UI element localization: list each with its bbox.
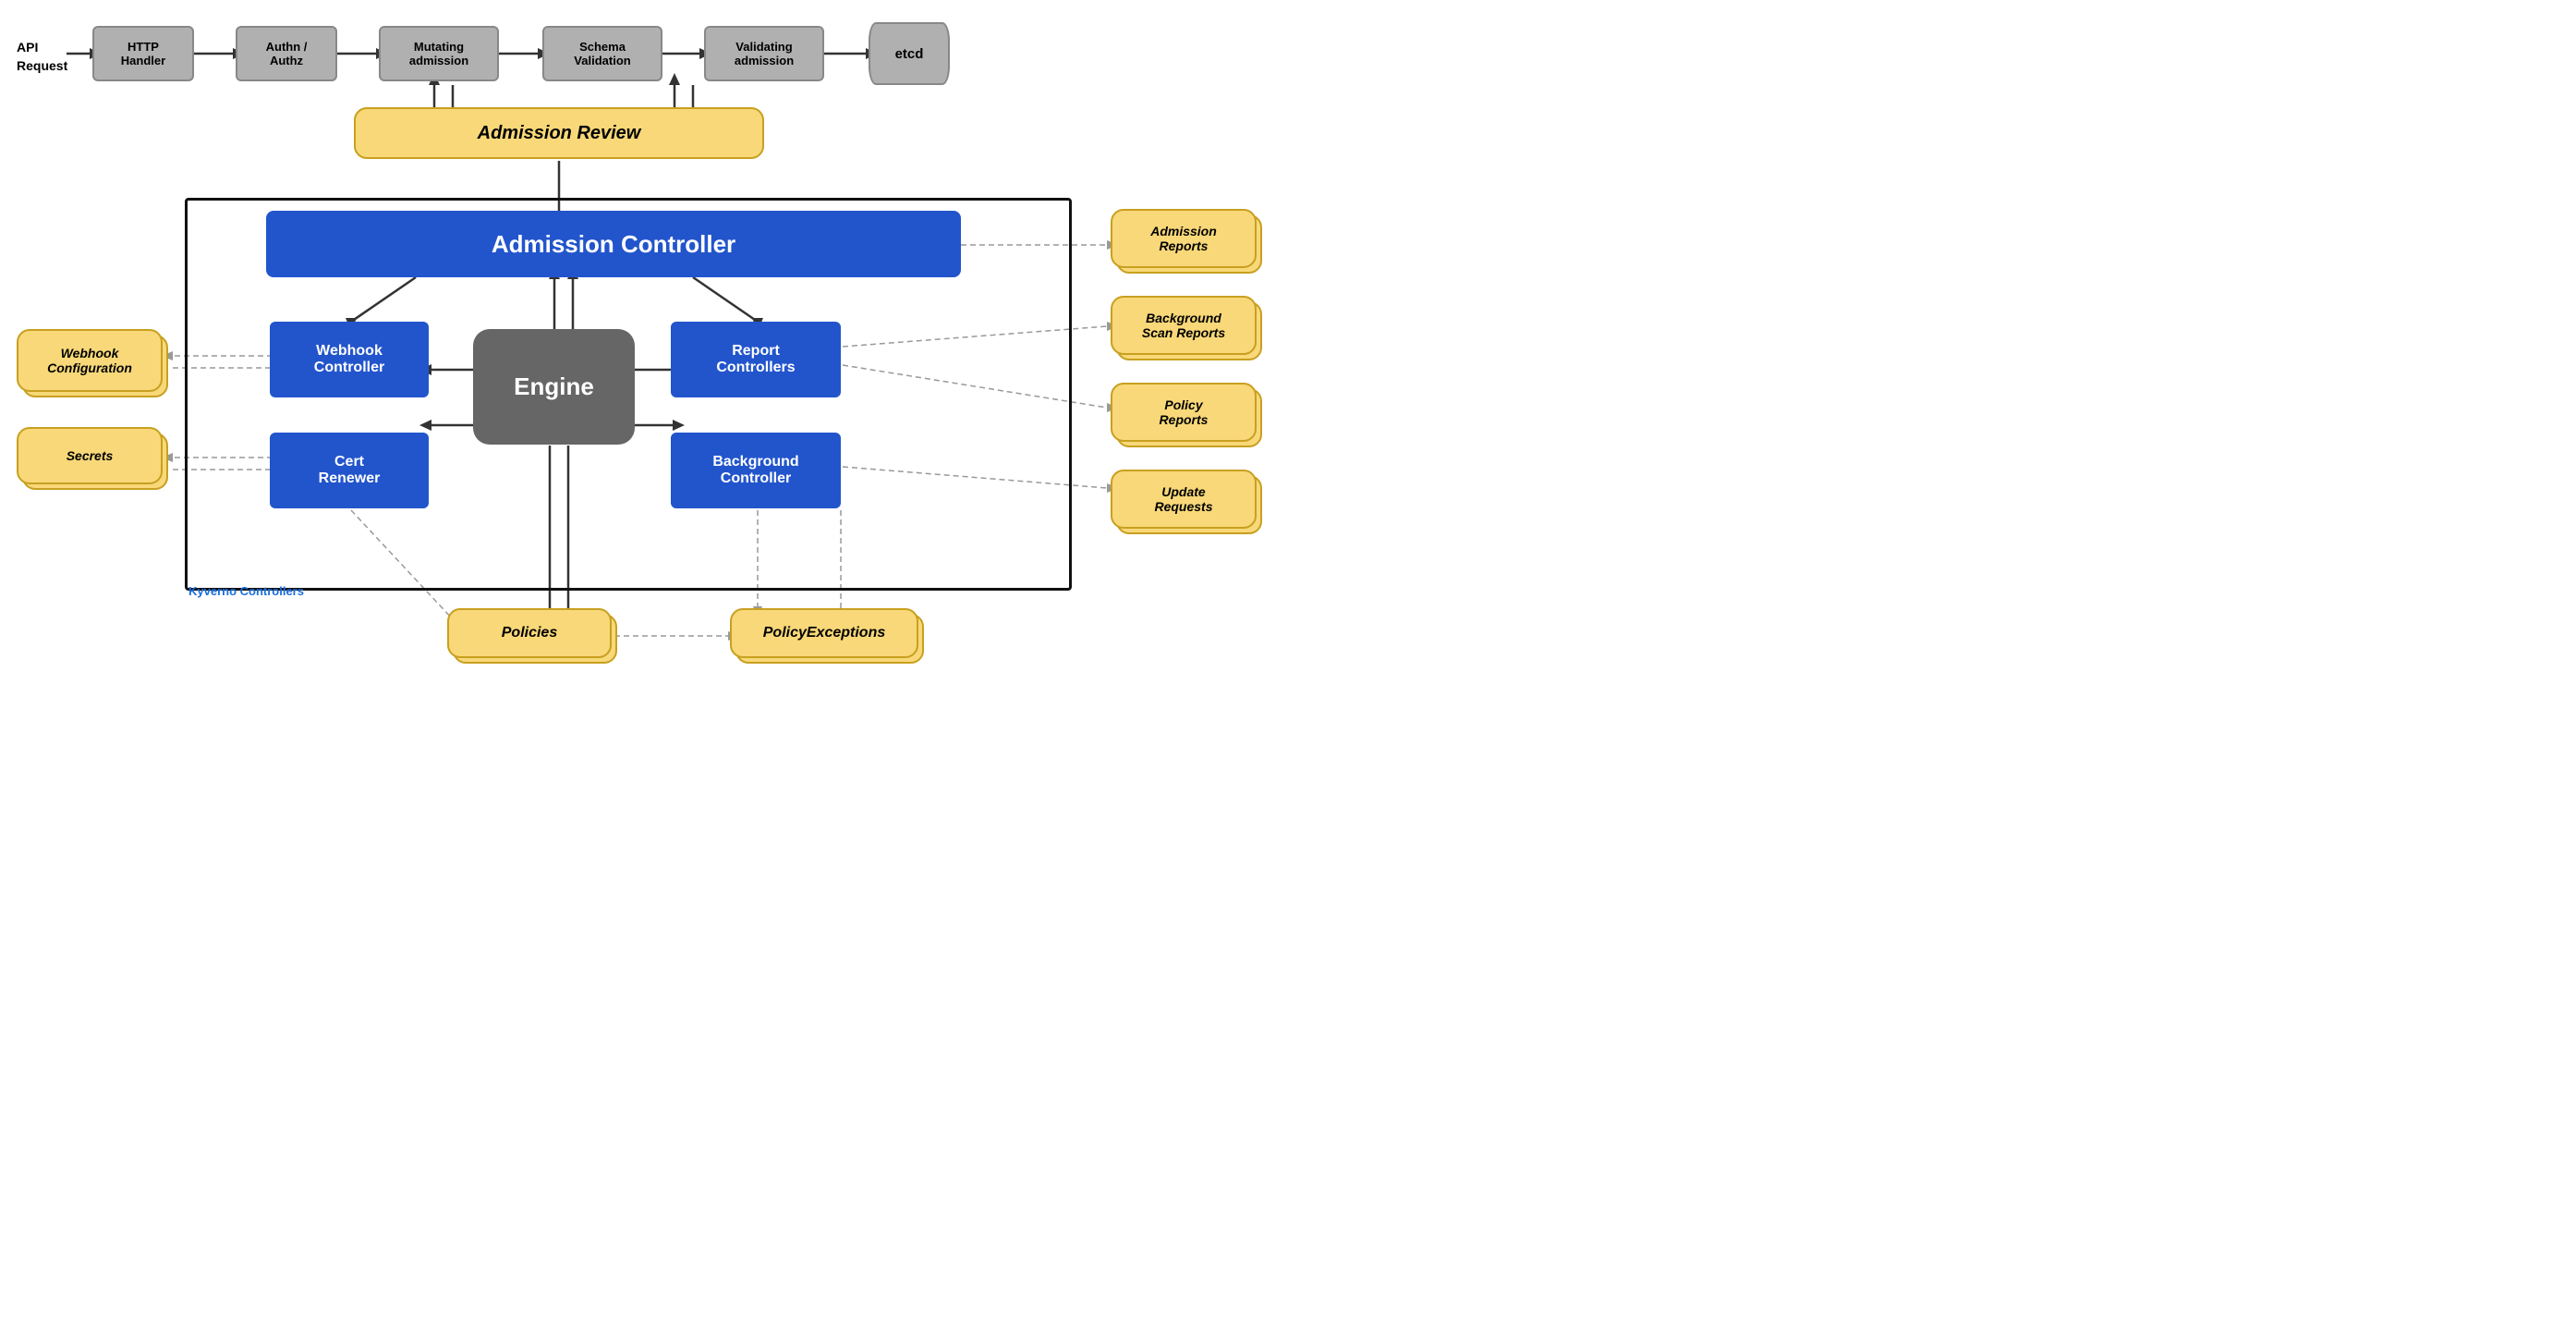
report-controllers-box: ReportControllers: [671, 322, 841, 397]
policies-box: Policies: [447, 608, 612, 658]
policy-exceptions-box: PolicyExceptions: [730, 608, 918, 658]
authn-authz-box: Authn /Authz: [236, 26, 337, 81]
cert-renewer-box: CertRenewer: [270, 433, 429, 508]
admission-review-box: Admission Review: [354, 107, 764, 159]
engine-box: Engine: [473, 329, 635, 445]
webhook-controller-box: WebhookController: [270, 322, 429, 397]
kyverno-controllers-label: Kyverno Controllers: [188, 584, 304, 598]
update-requests-box: UpdateRequests: [1111, 470, 1257, 529]
policy-reports-box: PolicyReports: [1111, 383, 1257, 442]
admission-reports-box: AdmissionReports: [1111, 209, 1257, 268]
architecture-diagram: APIRequest HTTPHandler Authn /Authz Muta…: [0, 0, 1288, 666]
background-scan-reports-box: BackgroundScan Reports: [1111, 296, 1257, 355]
validating-admission-box: Validatingadmission: [704, 26, 824, 81]
admission-controller-box: Admission Controller: [266, 211, 961, 277]
http-handler-box: HTTPHandler: [92, 26, 194, 81]
api-request-label: APIRequest: [17, 39, 67, 75]
etcd-cylinder: etcd: [869, 22, 950, 85]
webhook-config-box: WebhookConfiguration: [17, 329, 163, 392]
mutating-admission-box: Mutatingadmission: [379, 26, 499, 81]
secrets-box: Secrets: [17, 427, 163, 484]
background-controller-box: BackgroundController: [671, 433, 841, 508]
schema-validation-box: SchemaValidation: [542, 26, 662, 81]
